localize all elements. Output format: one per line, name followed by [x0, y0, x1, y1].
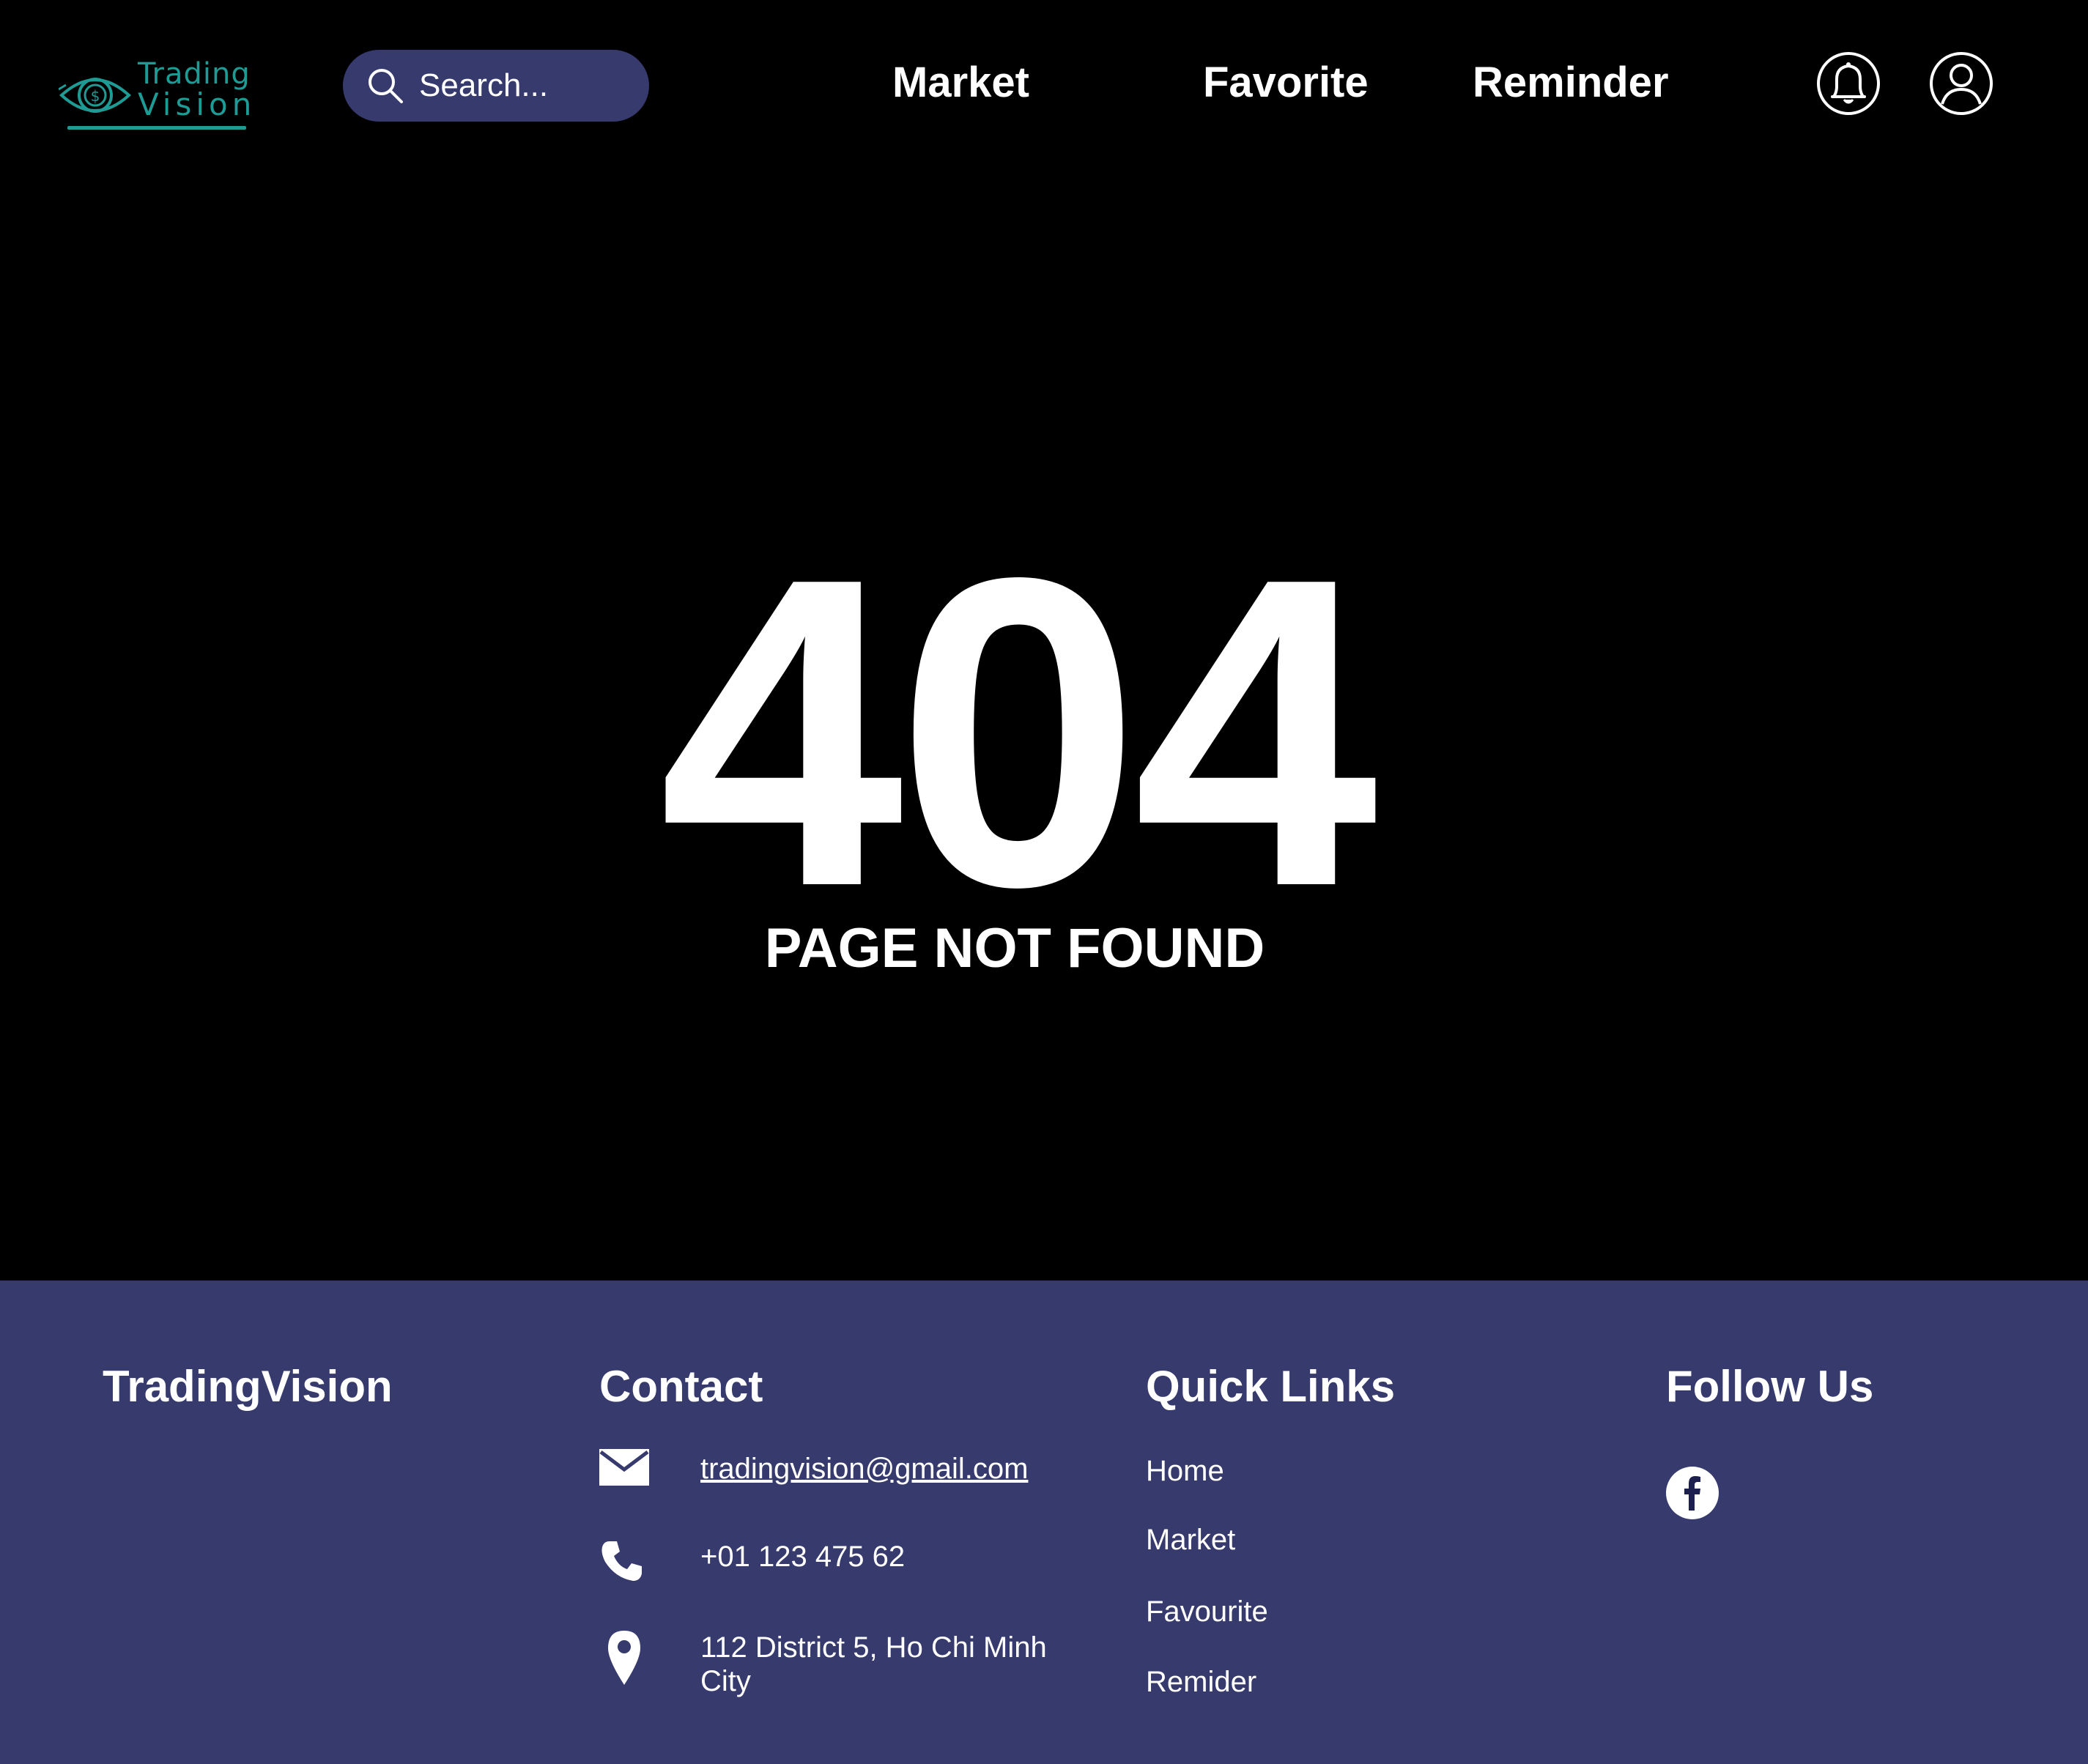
notifications-button[interactable]	[1816, 51, 1881, 116]
search-input[interactable]	[419, 60, 639, 111]
site-footer: TradingVision Contact tradingvision@gmai…	[0, 1281, 2088, 1764]
nav-reminder-link[interactable]: Reminder	[1473, 57, 1669, 108]
quick-link-reminder[interactable]: Remider	[1146, 1664, 1256, 1700]
user-icon	[1930, 52, 1993, 115]
logo-underline	[67, 126, 246, 130]
error-code: 404	[659, 487, 1377, 978]
contact-email-link[interactable]: tradingvision@gmail.com	[700, 1452, 1028, 1486]
footer-brand: TradingVision	[103, 1362, 393, 1411]
logo-line-2: Vision	[138, 86, 256, 122]
quick-link-home[interactable]: Home	[1146, 1453, 1224, 1489]
nav-market-link[interactable]: Market	[892, 57, 1029, 108]
location-pin-icon	[608, 1631, 640, 1685]
logo-line-1: Trading	[138, 57, 251, 91]
logo-wordmark: Trading Vision	[138, 59, 256, 120]
contact-address: 112 District 5, Ho Chi Minh City	[700, 1631, 1047, 1698]
quick-link-favourite[interactable]: Favourite	[1146, 1594, 1268, 1629]
address-line-2: City	[700, 1665, 751, 1697]
search-bar[interactable]	[343, 50, 649, 122]
quick-link-market[interactable]: Market	[1146, 1522, 1235, 1557]
facebook-icon	[1666, 1467, 1719, 1519]
facebook-link[interactable]	[1666, 1467, 1719, 1519]
main-content: 404 PAGE NOT FOUND	[0, 168, 2088, 1281]
eye-dollar-icon: $	[59, 78, 131, 113]
svg-text:$: $	[91, 87, 100, 105]
phone-icon	[601, 1541, 642, 1581]
search-icon	[369, 69, 403, 103]
quick-links-heading: Quick Links	[1146, 1362, 1396, 1411]
contact-heading: Contact	[599, 1362, 763, 1411]
account-button[interactable]	[1929, 51, 1993, 116]
address-line-1: 112 District 5, Ho Chi Minh	[700, 1631, 1047, 1664]
nav-favorite-link[interactable]: Favorite	[1203, 57, 1369, 108]
top-navbar: $ Trading Vision Market Favorite Reminde…	[0, 0, 2088, 168]
bell-icon	[1817, 52, 1880, 115]
contact-phone: +01 123 475 62	[700, 1541, 906, 1573]
email-icon	[599, 1449, 649, 1486]
follow-us-heading: Follow Us	[1666, 1362, 1874, 1411]
trading-vision-logo[interactable]: $ Trading Vision	[59, 59, 251, 132]
error-message: PAGE NOT FOUND	[764, 917, 1265, 979]
